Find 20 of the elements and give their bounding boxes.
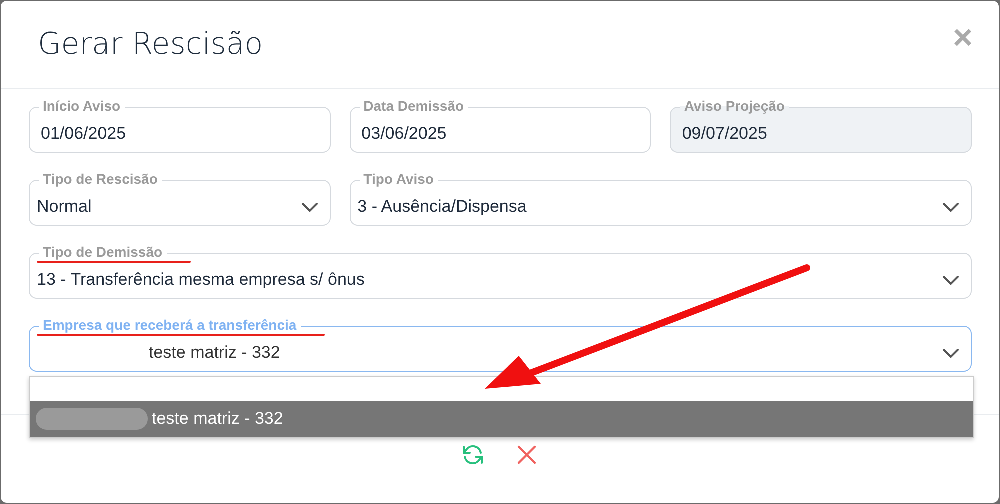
chevron-down-icon [300, 201, 319, 213]
field-value: 3 - Ausência/Dispensa [358, 197, 528, 217]
dropdown-option[interactable]: teste matriz - 332 [30, 401, 973, 437]
chevron-down-icon [942, 347, 960, 359]
chevron-down-icon [942, 201, 960, 213]
close-icon[interactable] [515, 443, 539, 467]
field-value: 09/07/2025 [682, 124, 768, 144]
field-label: Início Aviso [39, 98, 125, 114]
field-value: Normal [37, 197, 93, 217]
chevron-down-icon [942, 274, 960, 286]
field-value: 13 - Transferência mesma empresa s/ ônus [37, 270, 366, 290]
refresh-icon[interactable] [461, 443, 485, 467]
field-value: teste matriz - 332 [148, 343, 282, 363]
field-label: Tipo de Rescisão [39, 171, 162, 187]
field-label: Tipo Aviso [360, 171, 438, 187]
field-label: Data Demissão [360, 98, 468, 114]
field-label: Aviso Projeção [680, 98, 789, 114]
dialog-title: Gerar Rescisão [38, 27, 264, 62]
field-value: 01/06/2025 [41, 124, 128, 144]
field-value: 03/06/2025 [362, 124, 448, 144]
